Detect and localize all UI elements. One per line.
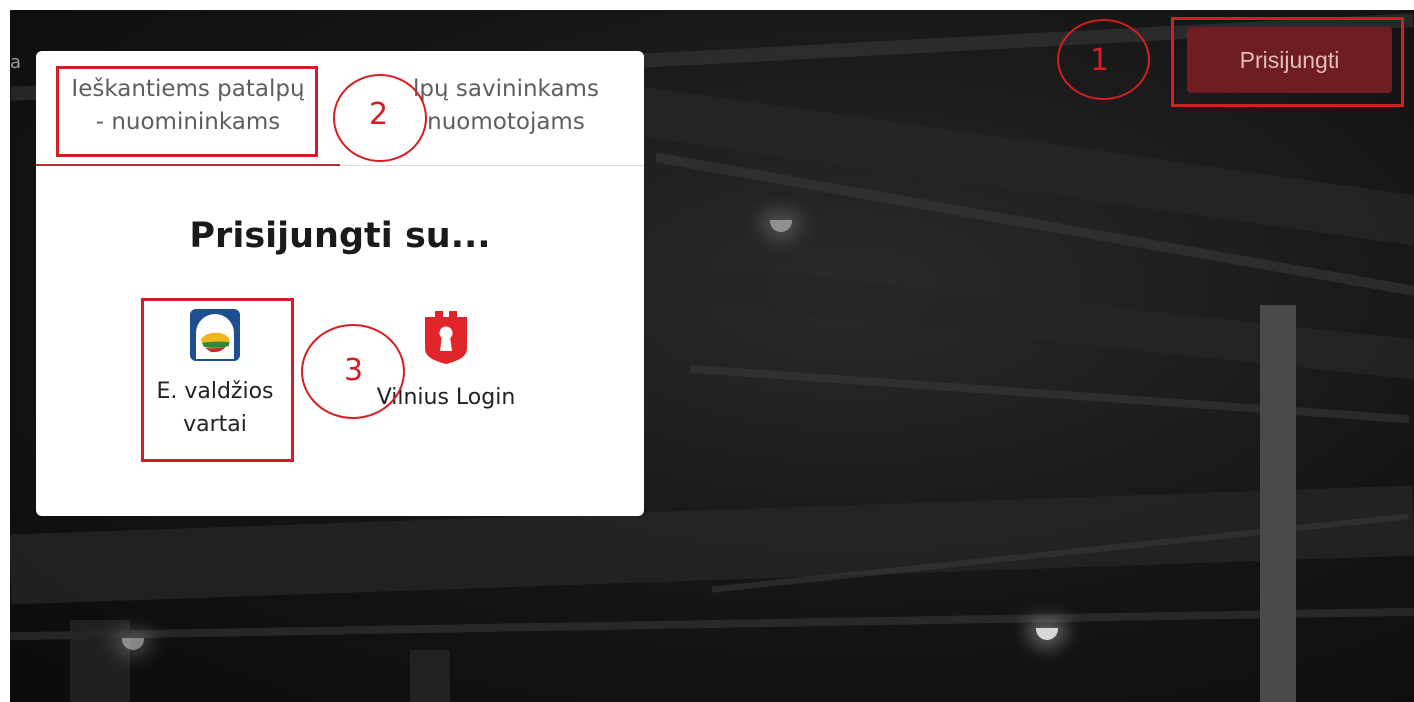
annotation-number-1: 1 bbox=[1090, 43, 1110, 78]
annotation-box-2 bbox=[56, 66, 318, 157]
annotation-box-1 bbox=[1171, 17, 1404, 107]
partial-nav-text: a bbox=[10, 52, 22, 73]
vilnius-login-icon bbox=[425, 311, 467, 364]
active-tab-indicator bbox=[36, 164, 340, 166]
annotation-box-3 bbox=[141, 298, 294, 462]
annotation-number-3: 3 bbox=[344, 353, 364, 388]
annotation-number-2: 2 bbox=[369, 97, 389, 132]
login-heading: Prisijungti su... bbox=[189, 216, 491, 256]
